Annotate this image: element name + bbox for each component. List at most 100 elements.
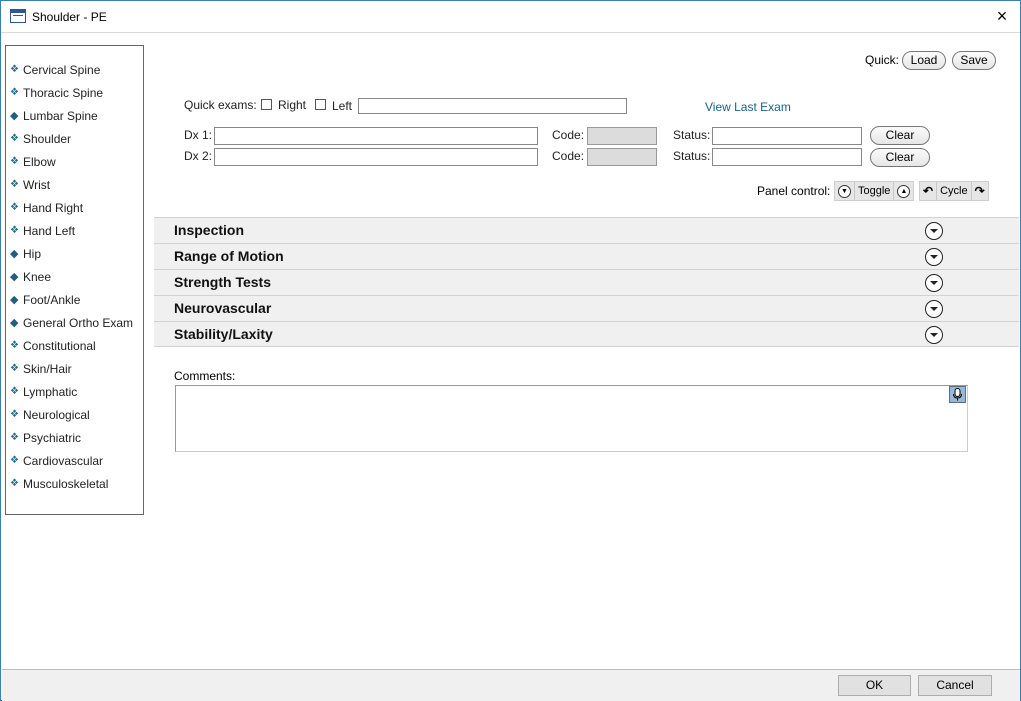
panel-cycle-group: ↶ Cycle ↷ (919, 181, 989, 201)
section-title: Neurovascular (174, 300, 272, 316)
expand-all-button[interactable]: ▲ (894, 182, 913, 200)
chevron-up-icon: ▲ (897, 184, 911, 198)
redo-arrow-icon: ↷ (974, 184, 985, 198)
nav-bullet-icon: ❖ (10, 224, 19, 236)
nav-item-hand-right[interactable]: ❖ Hand Right (6, 196, 143, 219)
nav-bullet-icon: ❖ (10, 132, 19, 144)
nav-bullet-icon: ❖ (10, 385, 19, 397)
chevron-down-circle-icon[interactable] (925, 326, 943, 344)
nav-bullet-icon: ❖ (10, 155, 19, 167)
left-checkbox[interactable] (315, 99, 326, 110)
dx1-status-input[interactable] (712, 127, 862, 145)
nav-item-label: Hand Left (23, 223, 76, 238)
save-button[interactable]: Save (952, 51, 996, 70)
nav-bullet-icon: ❖ (10, 63, 19, 75)
left-checkbox-label: Left (332, 99, 353, 113)
chevron-down-circle-icon[interactable] (925, 222, 943, 240)
nav-item-cardiovascular[interactable]: ❖ Cardiovascular (6, 449, 143, 472)
nav-item-label: Cervical Spine (23, 62, 101, 77)
nav-item-neurological[interactable]: ❖ Neurological (6, 403, 143, 426)
panel-toggle-group: ▼ Toggle ▲ (834, 181, 915, 201)
nav-item-skin-hair[interactable]: ❖ Skin/Hair (6, 357, 143, 380)
load-button[interactable]: Load (902, 51, 946, 70)
toggle-button[interactable]: Toggle (855, 182, 895, 200)
nav-bullet-icon: ◆ (10, 293, 19, 306)
nav-bullet-icon: ❖ (10, 86, 19, 98)
nav-bullet-icon: ❖ (10, 408, 19, 420)
section-title: Stability/Laxity (174, 326, 273, 342)
nav-item-shoulder[interactable]: ❖ Shoulder (6, 127, 143, 150)
nav-item-constitutional[interactable]: ❖ Constitutional (6, 334, 143, 357)
right-checkbox[interactable] (261, 99, 272, 110)
comments-textarea[interactable] (175, 385, 968, 452)
nav-bullet-icon: ❖ (10, 362, 19, 374)
nav-item-label: Skin/Hair (23, 361, 72, 376)
nav-item-lymphatic[interactable]: ❖ Lymphatic (6, 380, 143, 403)
nav-item-knee[interactable]: ◆ Knee (6, 265, 143, 288)
nav-item-label: Lumbar Spine (23, 108, 98, 123)
dx2-code-label: Code: (552, 149, 585, 163)
dx1-clear-button[interactable]: Clear (870, 126, 930, 145)
dx1-label: Dx 1: (184, 128, 213, 142)
window-title: Shoulder - PE (32, 10, 107, 24)
nav-item-psychiatric[interactable]: ❖ Psychiatric (6, 426, 143, 449)
dx1-code-label: Code: (552, 128, 585, 142)
dx2-input[interactable] (214, 148, 538, 166)
section-inspection[interactable]: Inspection (154, 217, 1019, 243)
dx1-input[interactable] (214, 127, 538, 145)
nav-bullet-icon: ❖ (10, 178, 19, 190)
nav-item-label: Psychiatric (23, 430, 82, 445)
section-stability-laxity[interactable]: Stability/Laxity (154, 321, 1019, 347)
view-last-exam-link[interactable]: View Last Exam (705, 100, 791, 114)
cancel-button[interactable]: Cancel (918, 675, 992, 696)
chevron-down-circle-icon[interactable] (925, 274, 943, 292)
nav-item-label: Musculoskeletal (23, 476, 109, 491)
nav-item-wrist[interactable]: ❖ Wrist (6, 173, 143, 196)
nav-item-hip[interactable]: ◆ Hip (6, 242, 143, 265)
title-bar: Shoulder - PE × (1, 1, 1020, 33)
section-strength-tests[interactable]: Strength Tests (154, 269, 1019, 295)
nav-item-label: Shoulder (23, 131, 72, 146)
nav-item-thoracic-spine[interactable]: ❖ Thoracic Spine (6, 81, 143, 104)
nav-item-hand-left[interactable]: ❖ Hand Left (6, 219, 143, 242)
cycle-back-button[interactable]: ↶ (920, 182, 938, 200)
close-icon[interactable]: × (992, 6, 1012, 26)
nav-item-foot-ankle[interactable]: ◆ Foot/Ankle (6, 288, 143, 311)
dx2-clear-button[interactable]: Clear (870, 148, 930, 167)
nav-item-cervical-spine[interactable]: ❖ Cervical Spine (6, 58, 143, 81)
dx2-status-input[interactable] (712, 148, 862, 166)
nav-item-elbow[interactable]: ❖ Elbow (6, 150, 143, 173)
nav-item-lumbar-spine[interactable]: ◆ Lumbar Spine (6, 104, 143, 127)
dx1-status-label: Status: (673, 128, 711, 142)
nav-bullet-icon: ❖ (10, 477, 19, 489)
cycle-button[interactable]: Cycle (937, 182, 972, 200)
nav-item-label: Hip (23, 246, 42, 261)
nav-bullet-icon: ❖ (10, 339, 19, 351)
exam-nav: ❖ Cervical Spine ❖ Thoracic Spine ◆ Lumbar … (5, 45, 144, 515)
nav-item-label: Thoracic Spine (23, 85, 104, 100)
cycle-forward-button[interactable]: ↷ (972, 182, 988, 200)
nav-item-general-ortho-exam[interactable]: ◆ General Ortho Exam (6, 311, 143, 334)
collapse-all-button[interactable]: ▼ (835, 182, 855, 200)
nav-bullet-icon: ◆ (10, 109, 19, 122)
nav-item-label: General Ortho Exam (23, 315, 134, 330)
section-title: Inspection (174, 222, 245, 238)
quick-label: Quick: (865, 53, 900, 67)
nav-bullet-icon: ❖ (10, 431, 19, 443)
chevron-down-circle-icon[interactable] (925, 300, 943, 318)
dx2-status-label: Status: (673, 149, 711, 163)
section-range-of-motion[interactable]: Range of Motion (154, 243, 1019, 269)
panel-control-label: Panel control: (757, 184, 831, 198)
chevron-down-circle-icon[interactable] (925, 248, 943, 266)
section-neurovascular[interactable]: Neurovascular (154, 295, 1019, 321)
nav-item-label: Constitutional (23, 338, 96, 353)
ok-button[interactable]: OK (838, 675, 911, 696)
microphone-icon[interactable] (949, 386, 966, 403)
quick-exam-input[interactable] (358, 98, 627, 114)
nav-bullet-icon: ◆ (10, 316, 19, 329)
dialog-window: Shoulder - PE × ❖ Cervical Spine ❖ Thoraci… (0, 0, 1021, 701)
nav-bullet-icon: ❖ (10, 201, 19, 213)
section-title: Range of Motion (174, 248, 284, 264)
section-title: Strength Tests (174, 274, 271, 290)
nav-item-musculoskeletal[interactable]: ❖ Musculoskeletal (6, 472, 143, 495)
